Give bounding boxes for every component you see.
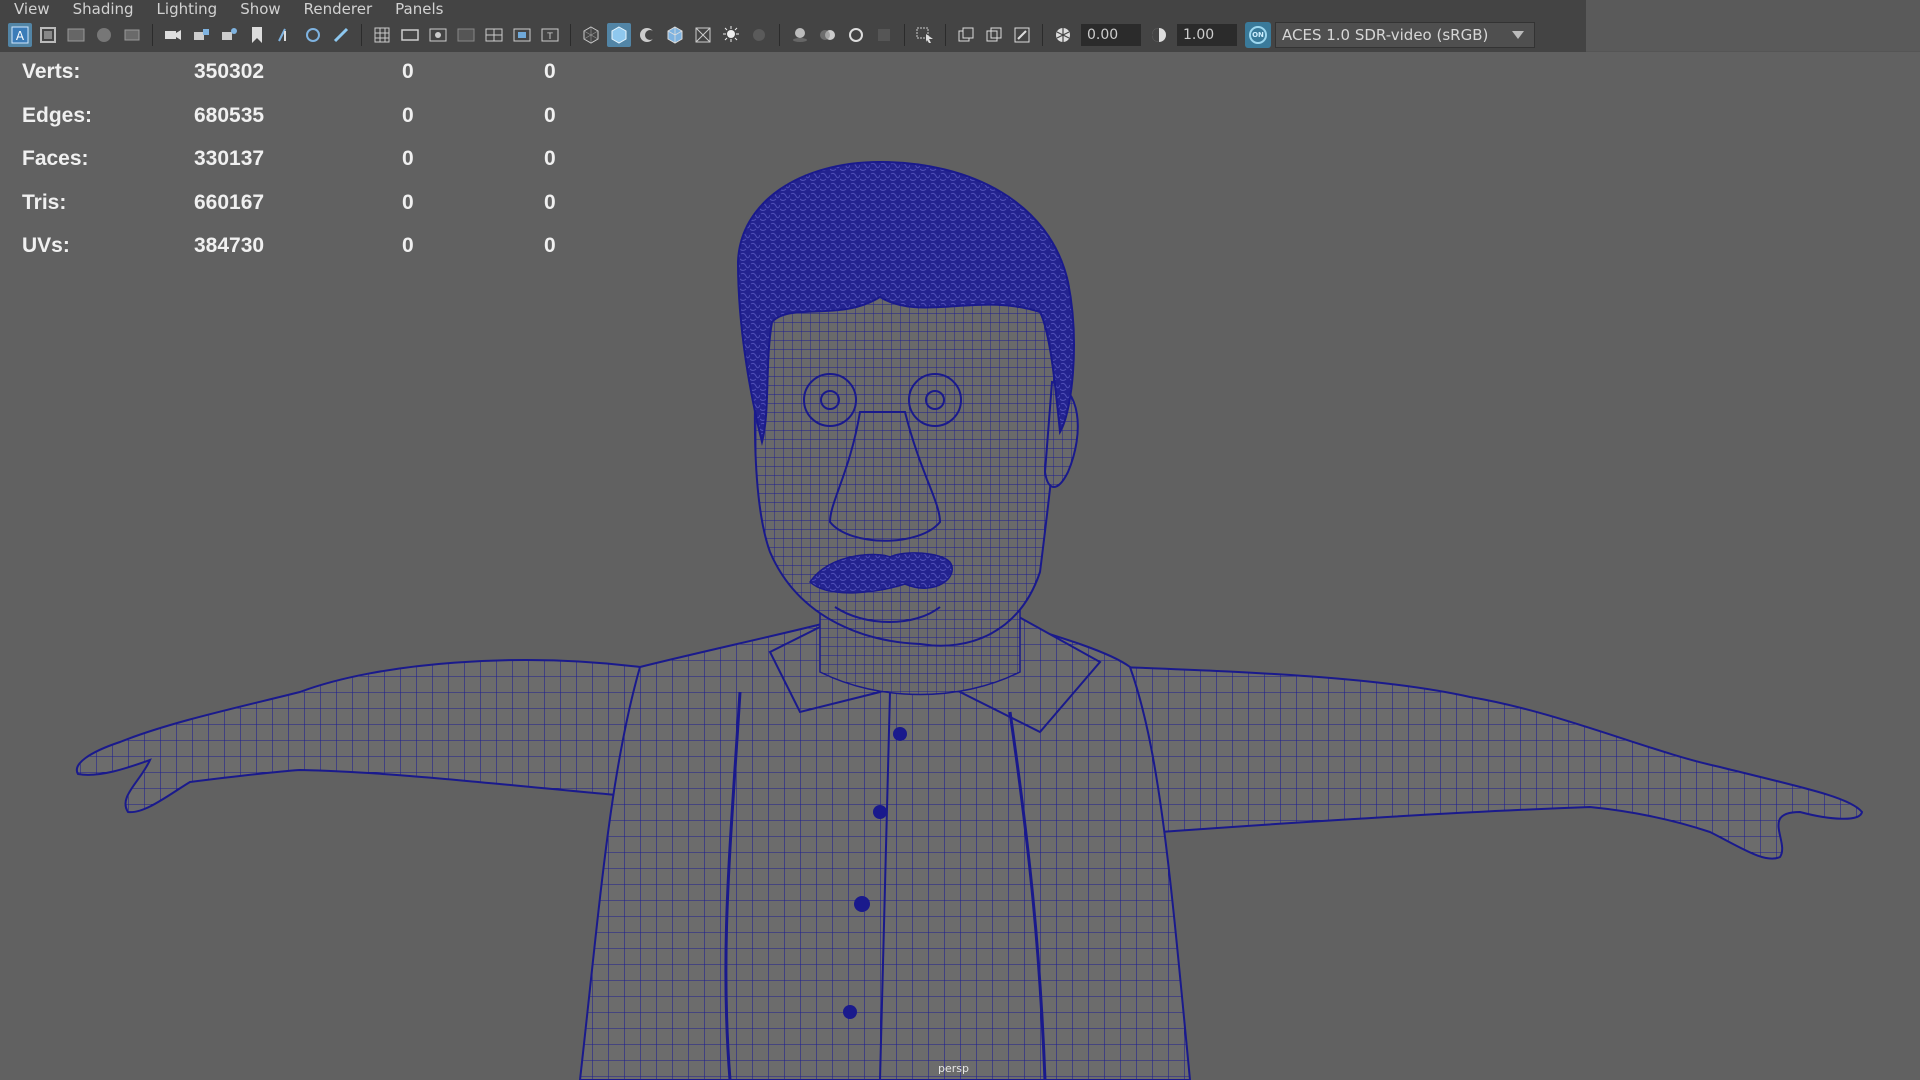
- field-chart-icon[interactable]: [482, 23, 506, 47]
- shirt-button: [854, 896, 870, 912]
- camera-attributes-icon[interactable]: [36, 23, 60, 47]
- depth-of-field-icon[interactable]: [872, 23, 896, 47]
- hud-value: 0: [544, 190, 556, 214]
- hud-value: 0: [544, 103, 556, 127]
- ambient-occlusion-icon[interactable]: [788, 23, 812, 47]
- menu-show[interactable]: Show: [227, 0, 290, 18]
- select-camera-icon[interactable]: A: [8, 23, 32, 47]
- hud-label: Tris:: [22, 190, 67, 214]
- toolbar-separator: [945, 24, 946, 46]
- menu-view[interactable]: View: [0, 0, 60, 18]
- hud-value: 0: [402, 190, 414, 214]
- gamma-icon[interactable]: [1147, 23, 1171, 47]
- left-eye-mesh: [803, 373, 857, 427]
- chevron-down-icon: [1508, 30, 1528, 40]
- viewport-toolbar: A T ON ACES 1.0 SDR-video (sRGB): [0, 18, 1586, 52]
- color-space-dropdown[interactable]: ACES 1.0 SDR-video (sRGB): [1275, 22, 1535, 48]
- menu-panels[interactable]: Panels: [382, 0, 453, 18]
- camera-sequence-icon[interactable]: [217, 23, 241, 47]
- menu-lighting[interactable]: Lighting: [144, 0, 228, 18]
- textured-icon[interactable]: [691, 23, 715, 47]
- shadows-icon[interactable]: [747, 23, 771, 47]
- shirt-button: [843, 1005, 857, 1019]
- hud-value: 330137: [194, 147, 265, 171]
- exposure-field[interactable]: [1081, 24, 1141, 46]
- color-management-badge: ON: [1249, 26, 1267, 44]
- antialiasing-icon[interactable]: [844, 23, 868, 47]
- bookmarks-icon[interactable]: [64, 23, 88, 47]
- xray-active-components-icon[interactable]: [1010, 23, 1034, 47]
- hud-value: 660167: [194, 190, 265, 214]
- xray-icon[interactable]: [954, 23, 978, 47]
- toolbar-separator: [779, 24, 780, 46]
- viewport-canvas[interactable]: [0, 52, 1920, 1080]
- hud-value: 680535: [194, 103, 265, 127]
- lock-camera-icon[interactable]: [189, 23, 213, 47]
- image-plane-icon[interactable]: [92, 23, 116, 47]
- hud-value: 0: [402, 147, 414, 171]
- smooth-shade-icon[interactable]: [607, 23, 631, 47]
- hud-value: 0: [544, 60, 556, 83]
- shirt-button: [893, 727, 907, 741]
- hud-value: 350302: [194, 60, 265, 83]
- left-arm-mesh: [75, 659, 641, 814]
- use-default-material-icon[interactable]: [635, 23, 659, 47]
- svg-text:T: T: [546, 32, 553, 42]
- hud-value: 0: [402, 60, 414, 83]
- gate-mask-icon[interactable]: [454, 23, 478, 47]
- toolbar-filler: [1586, 18, 1920, 52]
- hud-value: 0: [402, 103, 414, 127]
- hud-label: Faces:: [22, 147, 89, 171]
- menubar-filler: [1586, 0, 1920, 18]
- hud-value: 0: [544, 234, 556, 258]
- hud-label: Verts:: [22, 60, 81, 83]
- viewport-menubar: View Shading Lighting Show Renderer Pane…: [0, 0, 1586, 18]
- right-arm-mesh: [1118, 665, 1864, 860]
- toolbar-separator: [570, 24, 571, 46]
- color-space-label: ACES 1.0 SDR-video (sRGB): [1282, 26, 1489, 44]
- hud-label: UVs:: [22, 234, 70, 258]
- hud-value: 384730: [194, 234, 265, 258]
- wireframe-icon[interactable]: [579, 23, 603, 47]
- wireframe-on-shaded-icon[interactable]: [663, 23, 687, 47]
- right-eye-mesh: [908, 373, 962, 427]
- hud-label: Edges:: [22, 103, 93, 127]
- camera-icon[interactable]: [161, 23, 185, 47]
- toolbar-separator: [152, 24, 153, 46]
- motion-blur-icon[interactable]: [816, 23, 840, 47]
- hud-value: 0: [402, 234, 414, 258]
- exposure-icon[interactable]: [1051, 23, 1075, 47]
- resolution-gate-icon[interactable]: [426, 23, 450, 47]
- gamma-field[interactable]: [1177, 24, 1237, 46]
- xray-joints-icon[interactable]: [982, 23, 1006, 47]
- color-management-toggle[interactable]: ON: [1245, 22, 1271, 48]
- pencil-icon[interactable]: [329, 23, 353, 47]
- safe-title-icon[interactable]: T: [538, 23, 562, 47]
- hud-value: 0: [544, 147, 556, 171]
- film-gate-icon[interactable]: [398, 23, 422, 47]
- grid-icon[interactable]: [370, 23, 394, 47]
- toolbar-separator: [1042, 24, 1043, 46]
- svg-text:A: A: [16, 29, 25, 43]
- bookmark-icon[interactable]: [245, 23, 269, 47]
- isolate-select-icon[interactable]: [913, 23, 937, 47]
- safe-action-icon[interactable]: [510, 23, 534, 47]
- menu-renderer[interactable]: Renderer: [291, 0, 382, 18]
- lights-icon[interactable]: [719, 23, 743, 47]
- shirt-button: [873, 805, 887, 819]
- toolbar-separator: [904, 24, 905, 46]
- 2d-pan-zoom-icon[interactable]: [120, 23, 144, 47]
- grease-pencil-icon[interactable]: [273, 23, 297, 47]
- toolbar-separator: [361, 24, 362, 46]
- camera-name-label: persp: [938, 1062, 969, 1075]
- paint-icon[interactable]: [301, 23, 325, 47]
- menu-shading[interactable]: Shading: [60, 0, 144, 18]
